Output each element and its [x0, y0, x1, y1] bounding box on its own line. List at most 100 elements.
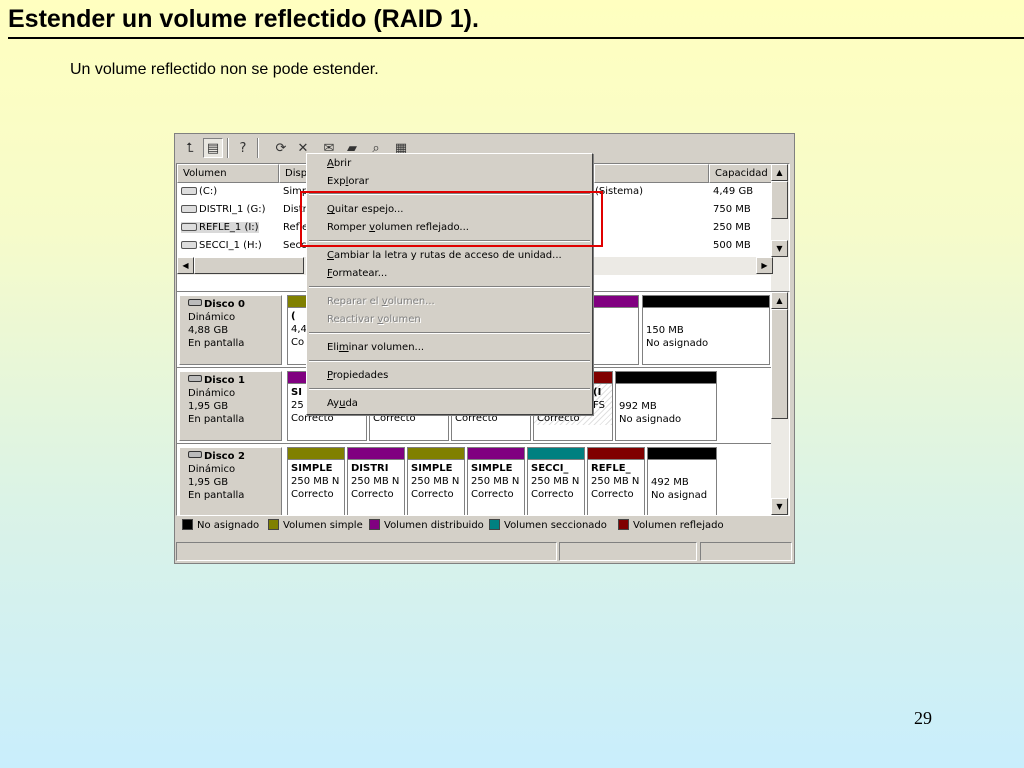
legend-label: Volumen seccionado: [504, 520, 607, 531]
menu-item-open[interactable]: Abrir: [327, 156, 351, 172]
legend: No asignado Volumen simple Volumen distr…: [176, 517, 790, 536]
scroll-up-icon[interactable]: ▲: [771, 292, 788, 309]
menu-separator: [309, 388, 590, 390]
toolbar-separator: [227, 138, 229, 158]
partition-status: Correcto: [351, 489, 394, 500]
column-header-volume[interactable]: Volumen: [177, 164, 279, 183]
menu-item-help[interactable]: Ayuda: [327, 396, 358, 412]
menu-item-format[interactable]: Formatear...: [327, 266, 387, 282]
properties-icon[interactable]: ⟳: [271, 138, 291, 158]
partition[interactable]: REFLE_ 250 MB N Correcto: [587, 447, 645, 515]
partition-status: Correcto: [531, 489, 574, 500]
scroll-right-icon[interactable]: ▶: [756, 257, 773, 274]
volume-name: REFLE_1 (I:): [199, 222, 259, 233]
view-icon[interactable]: ▤: [203, 138, 223, 158]
partition-size: 992 MB: [619, 401, 657, 412]
column-header-status[interactable]: [594, 164, 709, 183]
drive-icon: [181, 241, 197, 249]
menu-item-repair-volume: Reparar el volumen...: [327, 296, 435, 307]
menu-separator: [309, 360, 590, 362]
partition-color-bar: [592, 296, 638, 308]
partition-color-bar: [468, 448, 524, 460]
partition-name: SECCI_: [531, 463, 569, 474]
help-icon[interactable]: ?: [233, 138, 253, 158]
partition-color-bar: [408, 448, 464, 460]
partition[interactable]: SIMPLE 250 MB N Correcto: [467, 447, 525, 515]
legend-label: Volumen simple: [283, 520, 363, 531]
volume-list-vertical-scrollbar[interactable]: ▲ ▼: [771, 164, 789, 292]
partition-status: No asignado: [619, 414, 682, 425]
legend-label: No asignado: [197, 520, 260, 531]
disk-map-vertical-scrollbar[interactable]: ▲ ▼: [771, 292, 789, 515]
disk-size: 1,95 GB: [188, 477, 229, 488]
scroll-up-icon[interactable]: ▲: [771, 164, 788, 181]
partition-color-bar: [528, 448, 584, 460]
partition[interactable]: [591, 295, 639, 365]
partition-size: 250 MB N: [471, 476, 520, 487]
disk-info[interactable]: Disco 1 Dinámico 1,95 GB En pantalla: [179, 371, 282, 441]
disk-name: Disco 0: [204, 299, 245, 310]
disk-name: Disco 1: [204, 375, 245, 386]
partition-color-bar: [648, 448, 716, 460]
slide-subtitle: Un volume reflectido non se pode estende…: [70, 61, 379, 78]
menu-separator: [309, 286, 590, 288]
disk-kind: Dinámico: [188, 388, 236, 399]
partition-unassigned[interactable]: 492 MB No asignad: [647, 447, 717, 515]
partition-size: 492 MB: [651, 477, 689, 488]
scroll-down-icon[interactable]: ▼: [771, 498, 788, 515]
partition[interactable]: SIMPLE 250 MB N Correcto: [407, 447, 465, 515]
legend-item: Volumen reflejado: [618, 517, 724, 534]
legend-swatch: [618, 519, 629, 530]
volume-capacity: 500 MB: [713, 240, 751, 251]
disk-icon: [188, 375, 202, 382]
drive-icon: [181, 223, 197, 231]
partition-color-bar: [643, 296, 769, 308]
toolbar-separator: [257, 138, 259, 158]
scroll-thumb[interactable]: [194, 257, 304, 274]
disk-state: En pantalla: [188, 490, 245, 501]
scroll-down-icon[interactable]: ▼: [771, 240, 788, 257]
partition-name: DISTRI: [351, 463, 389, 474]
column-header-capacity[interactable]: Capacidad: [709, 164, 773, 183]
partition-unassigned[interactable]: 992 MB No asignado: [615, 371, 717, 441]
partition-size: 250 MB N: [291, 476, 340, 487]
status-pane: [700, 542, 792, 561]
partition-color-bar: [288, 448, 344, 460]
up-folder-icon[interactable]: ⮤: [180, 138, 200, 158]
volume-name: (C:): [199, 186, 218, 197]
legend-label: Volumen distribuido: [384, 520, 484, 531]
menu-item-change-drive-letter[interactable]: Cambiar la letra y rutas de acceso de un…: [327, 248, 562, 264]
scroll-thumb[interactable]: [771, 309, 788, 419]
disk-name: Disco 2: [204, 451, 245, 462]
status-bar: [175, 540, 794, 562]
partition-unassigned[interactable]: 150 MB No asignado: [642, 295, 770, 365]
menu-item-delete-volume[interactable]: Eliminar volumen...: [327, 340, 424, 356]
scroll-thumb[interactable]: [771, 181, 788, 219]
partition-name: REFLE_: [591, 463, 631, 474]
disk-icon: [188, 451, 202, 458]
partition-color-bar: [348, 448, 404, 460]
menu-separator: [309, 332, 590, 334]
partition-size: 250 MB N: [531, 476, 580, 487]
partition-name: SIMPLE: [471, 463, 513, 474]
menu-item-reactivate-volume: Reactivar volumen: [327, 314, 421, 325]
partition-size: 250 MB N: [351, 476, 400, 487]
disk-icon: [188, 299, 202, 306]
disk-row: Disco 2 Dinámico 1,95 GB En pantalla SIM…: [177, 444, 773, 515]
disk-info[interactable]: Disco 2 Dinámico 1,95 GB En pantalla: [179, 447, 282, 515]
partition[interactable]: SECCI_ 250 MB N Correcto: [527, 447, 585, 515]
scroll-left-icon[interactable]: ◀: [177, 257, 194, 274]
partition-color-bar: [616, 372, 716, 384]
menu-item-properties[interactable]: Propiedades: [327, 368, 388, 384]
partition[interactable]: SIMPLE 250 MB N Correcto: [287, 447, 345, 515]
disk-size: 1,95 GB: [188, 401, 229, 412]
partition[interactable]: DISTRI 250 MB N Correcto: [347, 447, 405, 515]
partition-status: Correcto: [591, 489, 634, 500]
volume-capacity: 250 MB: [713, 222, 751, 233]
legend-swatch: [489, 519, 500, 530]
menu-item-explore[interactable]: Explorar: [327, 174, 369, 190]
partition-size: 150 MB: [646, 325, 684, 336]
partition-status: No asignad: [651, 490, 708, 501]
status-pane: [176, 542, 557, 561]
disk-info[interactable]: Disco 0 Dinámico 4,88 GB En pantalla: [179, 295, 282, 365]
